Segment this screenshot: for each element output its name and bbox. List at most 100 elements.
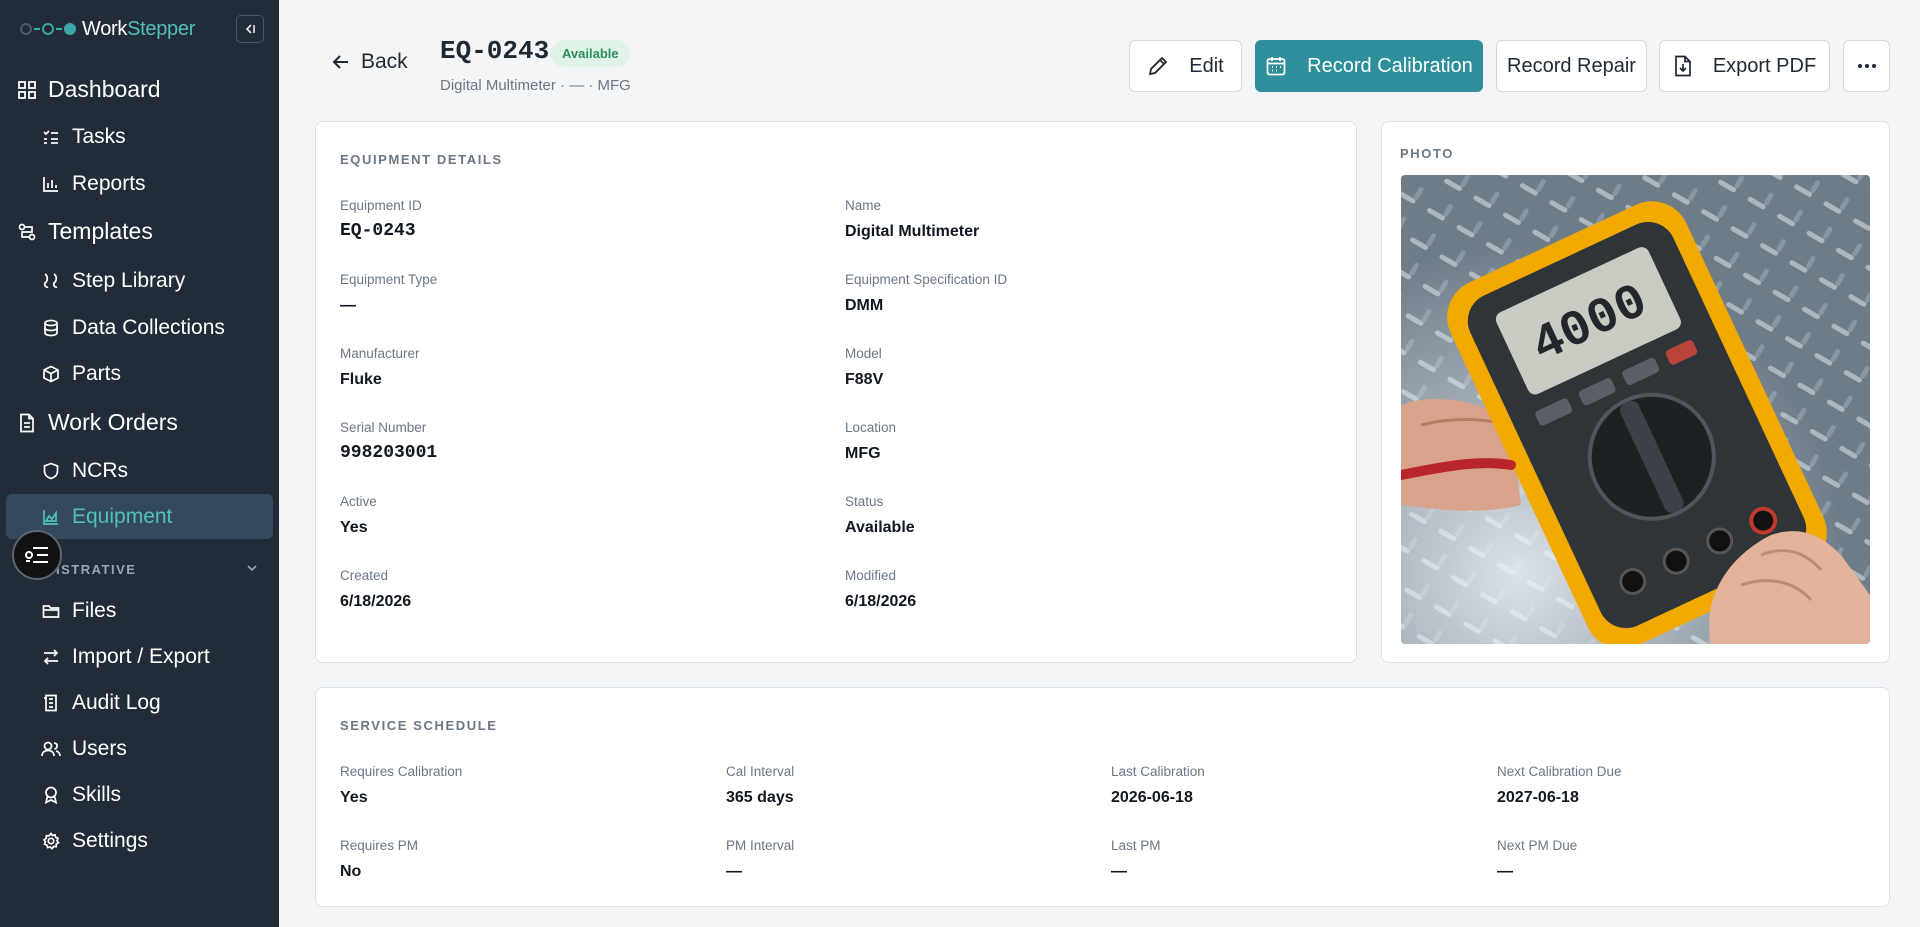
card-title: EQUIPMENT DETAILS <box>340 152 503 167</box>
edit-button[interactable]: Edit <box>1129 40 1242 92</box>
sidebar-item-users[interactable]: Users <box>40 737 127 761</box>
bar-chart-icon <box>40 173 62 195</box>
field-value-pm-interval: — <box>726 863 742 880</box>
more-horizontal-icon <box>1857 64 1876 68</box>
field-value-next-pm-due: — <box>1497 863 1513 880</box>
file-download-icon <box>1674 55 1691 77</box>
sidebar-item-import-export[interactable]: Import / Export <box>40 645 210 669</box>
sidebar-item-data-collections[interactable]: Data Collections <box>40 316 225 340</box>
back-button[interactable]: Back <box>331 50 408 74</box>
section-label-administrative[interactable]: ISTRATIVE <box>56 562 136 577</box>
dashboard-icon <box>16 79 38 101</box>
field-label-next-calibration-due: Next Calibration Due <box>1497 764 1622 779</box>
award-icon <box>40 784 62 806</box>
brand-logo[interactable]: WorkStepper <box>20 14 195 44</box>
sidebar: WorkStepper Dashboard Tasks Reports Temp… <box>0 0 279 927</box>
database-icon <box>40 317 62 339</box>
field-value-serial-number: 998203001 <box>340 443 438 463</box>
sidebar-item-label: Parts <box>72 362 122 385</box>
field-label-modified: Modified <box>845 568 897 583</box>
sidebar-item-label: Audit Log <box>72 691 161 714</box>
sidebar-item-label: Tasks <box>72 125 126 148</box>
field-label-created: Created <box>340 568 389 583</box>
field-value-manufacturer: Fluke <box>340 371 382 388</box>
equipment-photo[interactable]: 4000 <box>1401 175 1870 644</box>
field-value-status: Available <box>845 519 915 536</box>
sidebar-item-label: Equipment <box>72 505 173 528</box>
field-value-equipment-id: EQ-0243 <box>340 221 416 241</box>
export-pdf-label: Export PDF <box>1712 54 1817 77</box>
sidebar-item-work-orders[interactable]: Work Orders <box>16 409 178 436</box>
status-badge: Available <box>551 40 630 67</box>
sidebar-item-files[interactable]: Files <box>40 599 116 623</box>
field-value-modified: 6/18/2026 <box>845 593 917 610</box>
sidebar-item-reports[interactable]: Reports <box>40 172 146 196</box>
sidebar-item-dashboard[interactable]: Dashboard <box>16 76 161 103</box>
gear-icon <box>40 830 62 852</box>
sidebar-item-parts[interactable]: Parts <box>40 362 121 386</box>
shield-icon <box>40 460 62 482</box>
chevron-down-icon[interactable] <box>245 561 259 575</box>
card-title: SERVICE SCHEDULE <box>340 718 498 733</box>
sidebar-item-step-library[interactable]: Step Library <box>40 269 185 293</box>
back-label: Back <box>361 50 408 73</box>
collapse-icon <box>245 24 255 34</box>
field-value-requires-calibration: Yes <box>340 789 368 806</box>
cube-icon <box>40 363 62 385</box>
field-label-requires-calibration: Requires Calibration <box>340 764 463 779</box>
sidebar-item-templates[interactable]: Templates <box>16 218 153 245</box>
audit-icon <box>40 692 62 714</box>
record-repair-label: Record Repair <box>1507 54 1636 77</box>
field-label-equipment-spec-id: Equipment Specification ID <box>845 272 1008 287</box>
record-repair-button[interactable]: Record Repair <box>1496 40 1647 92</box>
sidebar-item-equipment[interactable]: Equipment <box>40 505 172 529</box>
field-label-location: Location <box>845 420 897 435</box>
field-label-next-pm-due: Next PM Due <box>1497 838 1578 853</box>
field-label-model: Model <box>845 346 882 361</box>
users-icon <box>40 738 62 760</box>
sidebar-item-ncrs[interactable]: NCRs <box>40 459 128 483</box>
field-label-equipment-id: Equipment ID <box>340 198 422 213</box>
sidebar-item-label: Templates <box>48 218 153 244</box>
export-pdf-button[interactable]: Export PDF <box>1659 40 1830 92</box>
field-value-equipment-spec-id: DMM <box>845 297 884 314</box>
record-calibration-button[interactable]: Record Calibration <box>1255 40 1483 92</box>
field-label-name: Name <box>845 198 882 213</box>
sidebar-item-skills[interactable]: Skills <box>40 783 121 807</box>
logo-icon <box>20 23 76 35</box>
equipment-details-card: EQUIPMENT DETAILS Equipment ID EQ-0243 N… <box>315 121 1357 663</box>
field-label-serial-number: Serial Number <box>340 420 427 435</box>
multimeter-image: 4000 <box>1401 175 1870 644</box>
sidebar-item-label: Settings <box>72 829 148 852</box>
field-value-model: F88V <box>845 371 884 388</box>
page-title: EQ-0243 <box>440 36 550 66</box>
field-label-equipment-type: Equipment Type <box>340 272 438 287</box>
more-actions-button[interactable] <box>1843 40 1890 92</box>
sidebar-item-label: Files <box>72 599 117 622</box>
field-value-location: MFG <box>845 445 881 462</box>
field-label-last-calibration: Last Calibration <box>1111 764 1205 779</box>
field-label-status: Status <box>845 494 884 509</box>
sidebar-item-label: Data Collections <box>72 316 225 339</box>
pencil-icon <box>1149 56 1168 76</box>
field-value-requires-pm: No <box>340 863 362 880</box>
field-value-last-calibration: 2026-06-18 <box>1111 789 1193 806</box>
field-value-name: Digital Multimeter <box>845 223 980 240</box>
steps-icon <box>40 270 62 292</box>
collapse-sidebar-button[interactable] <box>236 15 264 43</box>
filter-list-icon <box>25 547 48 563</box>
sidebar-item-label: Reports <box>72 172 146 195</box>
floating-menu-button[interactable] <box>12 530 62 580</box>
list-check-icon <box>40 126 62 148</box>
sidebar-item-settings[interactable]: Settings <box>40 829 148 853</box>
field-label-requires-pm: Requires PM <box>340 838 419 853</box>
field-label-active: Active <box>340 494 377 509</box>
sidebar-item-label: Skills <box>72 783 122 806</box>
templates-icon <box>16 221 38 243</box>
folder-icon <box>40 600 62 622</box>
field-value-next-calibration-due: 2027-06-18 <box>1497 789 1579 806</box>
sidebar-item-audit-log[interactable]: Audit Log <box>40 691 161 715</box>
sidebar-item-tasks[interactable]: Tasks <box>40 125 126 149</box>
chart-area-icon <box>40 506 62 528</box>
sidebar-item-label: Import / Export <box>72 645 210 668</box>
